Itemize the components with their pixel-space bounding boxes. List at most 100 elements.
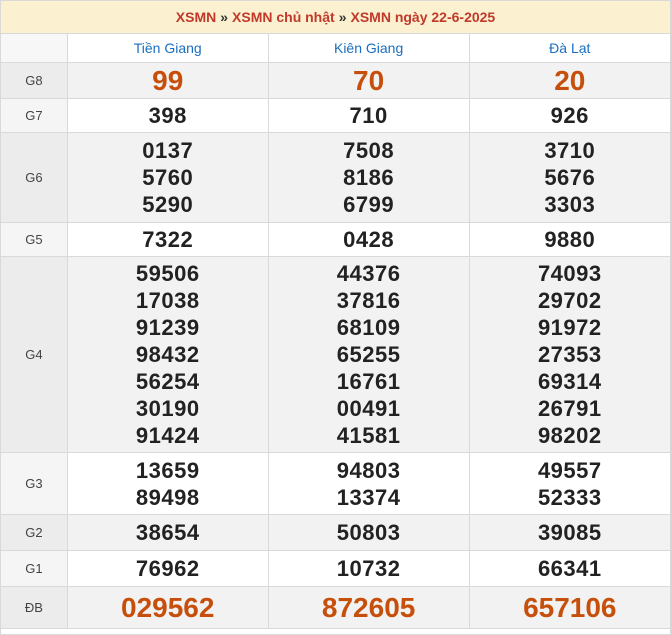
result-cell: 13659 89498: [66, 452, 269, 515]
result-number: 56254: [135, 369, 200, 394]
result-cell: 94803 13374: [267, 452, 470, 515]
result-cell: 029562: [66, 586, 269, 629]
result-number: 37816: [336, 288, 401, 313]
result-cell: 50803: [267, 514, 470, 551]
result-number: 0137: [142, 138, 194, 163]
result-number: 65255: [336, 342, 401, 367]
result-number: 5676: [544, 165, 596, 190]
result-number: 29702: [537, 288, 602, 313]
result-cell: 66341: [468, 550, 670, 587]
breadcrumb-separator: »: [220, 9, 229, 25]
result-number: 70: [353, 64, 385, 96]
result-number: 26791: [537, 396, 602, 421]
result-number: 7508: [343, 138, 395, 163]
result-number: 68109: [336, 315, 401, 340]
breadcrumb-link-sunday[interactable]: XSMN chủ nhật: [232, 9, 335, 25]
result-number: 59506: [135, 261, 200, 286]
province-header-row: Tiền Giang Kiên Giang Đà Lạt: [1, 34, 670, 63]
prize-row-g3: G3 13659 89498 94803 13374 49557 52333: [1, 452, 670, 515]
result-cell: 76962: [66, 550, 269, 587]
prize-label: G1: [1, 550, 68, 587]
special-prize-number: 872605: [321, 591, 416, 623]
result-number: 5290: [142, 192, 194, 217]
result-number: 7322: [142, 227, 194, 252]
prize-row-g6: G6 0137 5760 5290 7508 8186 6799 3710 5676 3303: [1, 132, 670, 223]
result-number: 76962: [135, 556, 200, 581]
result-cell: 657106: [468, 586, 670, 629]
result-number: 89498: [135, 484, 200, 510]
prize-label: G6: [1, 132, 68, 223]
result-cell: 39085: [468, 514, 670, 551]
result-number: 41581: [336, 423, 401, 448]
result-number: 6799: [343, 192, 395, 217]
result-number: 5760: [142, 165, 194, 190]
prize-row-g5: G5 7322 0428 9880: [1, 222, 670, 257]
breadcrumb-link-date[interactable]: XSMN ngày 22-6-2025: [350, 9, 495, 25]
result-cell: 10732: [267, 550, 470, 587]
prize-label: G5: [1, 222, 68, 257]
result-cell: 44376 37816 68109 65255 16761 00491 41581: [267, 256, 470, 453]
result-number: 30190: [135, 396, 200, 421]
result-number: 0428: [343, 227, 395, 252]
prize-label: G8: [1, 62, 68, 99]
result-number: 39085: [537, 520, 602, 545]
result-cell: 710: [267, 98, 470, 133]
prize-label: G7: [1, 98, 68, 133]
result-number: 91972: [537, 315, 602, 340]
result-number: 98202: [537, 423, 602, 448]
result-number: 398: [148, 103, 187, 128]
result-cell: 99: [66, 62, 269, 99]
result-cell: 0428: [267, 222, 470, 257]
result-number: 27353: [537, 342, 602, 367]
prize-row-g1: G1 76962 10732 66341: [1, 550, 670, 587]
prize-row-g4: G4 59506 17038 91239 98432 56254 30190 91424 443…: [1, 256, 670, 453]
prize-row-db: ĐB 029562 872605 657106: [1, 586, 670, 629]
prize-label: G2: [1, 514, 68, 551]
result-number: 52333: [537, 484, 602, 510]
breadcrumb-link-xsmn[interactable]: XSMN: [176, 9, 216, 25]
result-cell: 70: [267, 62, 470, 99]
result-cell: 74093 29702 91972 27353 69314 26791 98202: [468, 256, 670, 453]
prize-label: ĐB: [1, 586, 68, 629]
result-cell: 0137 5760 5290: [66, 132, 269, 223]
result-number: 00491: [336, 396, 401, 421]
result-number: 91424: [135, 423, 200, 448]
prize-row-g2: G2 38654 50803 39085: [1, 514, 670, 551]
result-cell: 38654: [66, 514, 269, 551]
result-number: 8186: [343, 165, 395, 190]
result-number: 69314: [537, 369, 602, 394]
result-number: 38654: [135, 520, 200, 545]
province-header[interactable]: Tiền Giang: [66, 34, 269, 63]
result-number: 13659: [135, 457, 200, 483]
result-cell: 20: [468, 62, 670, 99]
result-number: 50803: [336, 520, 401, 545]
result-cell: 872605: [267, 586, 470, 629]
result-cell: 9880: [468, 222, 670, 257]
breadcrumb-separator: »: [338, 9, 347, 25]
province-header[interactable]: Kiên Giang: [267, 34, 470, 63]
result-number: 91239: [135, 315, 200, 340]
result-cell: 3710 5676 3303: [468, 132, 670, 223]
special-prize-number: 029562: [121, 591, 215, 623]
result-cell: 59506 17038 91239 98432 56254 30190 91424: [66, 256, 269, 453]
province-header[interactable]: Đà Lạt: [468, 34, 670, 63]
results-table: Tiền Giang Kiên Giang Đà Lạt G8 99 70 20 G7 3…: [1, 34, 670, 629]
results-panel: XSMN » XSMN chủ nhật » XSMN ngày 22-6-20…: [0, 0, 671, 635]
result-number: 926: [550, 103, 589, 128]
result-number: 99: [152, 64, 184, 96]
breadcrumb: XSMN » XSMN chủ nhật » XSMN ngày 22-6-20…: [1, 1, 670, 34]
result-number: 94803: [336, 457, 401, 483]
result-cell: 7508 8186 6799: [267, 132, 470, 223]
prize-label: G3: [1, 452, 68, 515]
header-blank-cell: [1, 34, 68, 63]
result-cell: 49557 52333: [468, 452, 670, 515]
result-cell: 398: [66, 98, 269, 133]
result-number: 20: [554, 64, 586, 96]
result-number: 49557: [537, 457, 602, 483]
result-cell: 7322: [66, 222, 269, 257]
result-cell: 926: [468, 98, 670, 133]
result-number: 66341: [537, 556, 602, 581]
prize-row-g8: G8 99 70 20: [1, 62, 670, 99]
result-number: 9880: [544, 227, 596, 252]
result-number: 3710: [544, 138, 596, 163]
